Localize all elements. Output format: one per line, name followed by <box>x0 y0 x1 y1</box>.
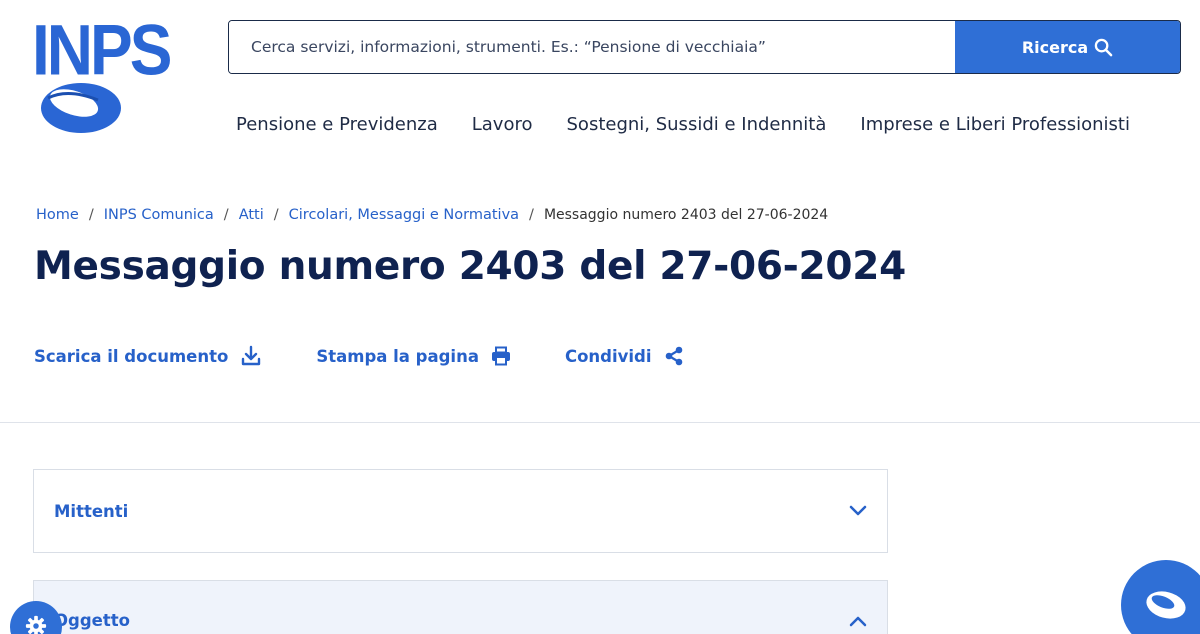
download-label: Scarica il documento <box>34 346 229 366</box>
search-input[interactable] <box>229 21 955 73</box>
nav-item-pensione[interactable]: Pensione e Previdenza <box>236 114 438 135</box>
breadcrumb-current: Messaggio numero 2403 del 27-06-2024 <box>543 207 829 223</box>
search-button-label: Ricerca <box>1021 37 1089 57</box>
print-label: Stampa la pagina <box>316 346 479 366</box>
breadcrumb-separator: / <box>529 207 534 223</box>
page-actions: Scarica il documento Stampa la pagina Co… <box>34 345 684 367</box>
nav-item-lavoro[interactable]: Lavoro <box>472 114 533 135</box>
breadcrumb-inps-comunica[interactable]: INPS Comunica <box>104 207 214 223</box>
breadcrumb-separator: / <box>88 207 94 223</box>
chevron-down-icon <box>849 505 867 516</box>
chevron-up-icon <box>849 616 867 627</box>
accordion-label: Oggetto <box>54 611 130 630</box>
logo-text: INPS <box>32 9 172 91</box>
search-icon <box>1094 38 1113 56</box>
share-icon <box>665 346 682 366</box>
breadcrumb-separator: / <box>223 207 229 223</box>
share-label: Condividi <box>564 346 652 366</box>
accordion-label: Mittenti <box>54 501 129 521</box>
nav-item-sostegni[interactable]: Sostegni, Sussidi e Indennità <box>567 114 827 135</box>
main-navigation: Pensione e Previdenza Lavoro Sostegni, S… <box>236 114 1130 135</box>
logo-ring-icon <box>41 83 121 133</box>
nav-item-imprese[interactable]: Imprese e Liberi Professionisti <box>860 114 1130 135</box>
print-page-link[interactable]: Stampa la pagina <box>316 345 511 367</box>
inps-logo[interactable]: INPS <box>30 14 172 134</box>
breadcrumb-home[interactable]: Home <box>36 207 79 223</box>
download-document-link[interactable]: Scarica il documento <box>34 345 262 367</box>
printer-icon <box>491 346 510 366</box>
download-icon <box>242 345 261 366</box>
search-bar: Ricerca <box>228 20 1181 74</box>
share-link[interactable]: Condividi <box>565 345 684 367</box>
section-divider <box>0 422 1200 423</box>
page-title: Messaggio numero 2403 del 27-06-2024 <box>34 244 906 289</box>
breadcrumb-circolari[interactable]: Circolari, Messaggi e Normativa <box>289 207 519 223</box>
inps-logo-icon <box>1146 591 1186 619</box>
gear-icon <box>25 615 47 634</box>
virtual-assistant-button[interactable] <box>1121 560 1200 634</box>
search-button[interactable]: Ricerca <box>955 21 1180 73</box>
breadcrumb: Home / INPS Comunica / Atti / Circolari,… <box>36 207 828 223</box>
accordion-mittenti[interactable]: Mittenti <box>33 469 888 553</box>
breadcrumb-atti[interactable]: Atti <box>239 207 264 223</box>
breadcrumb-separator: / <box>273 207 279 223</box>
accordion-oggetto[interactable]: Oggetto <box>33 580 888 634</box>
